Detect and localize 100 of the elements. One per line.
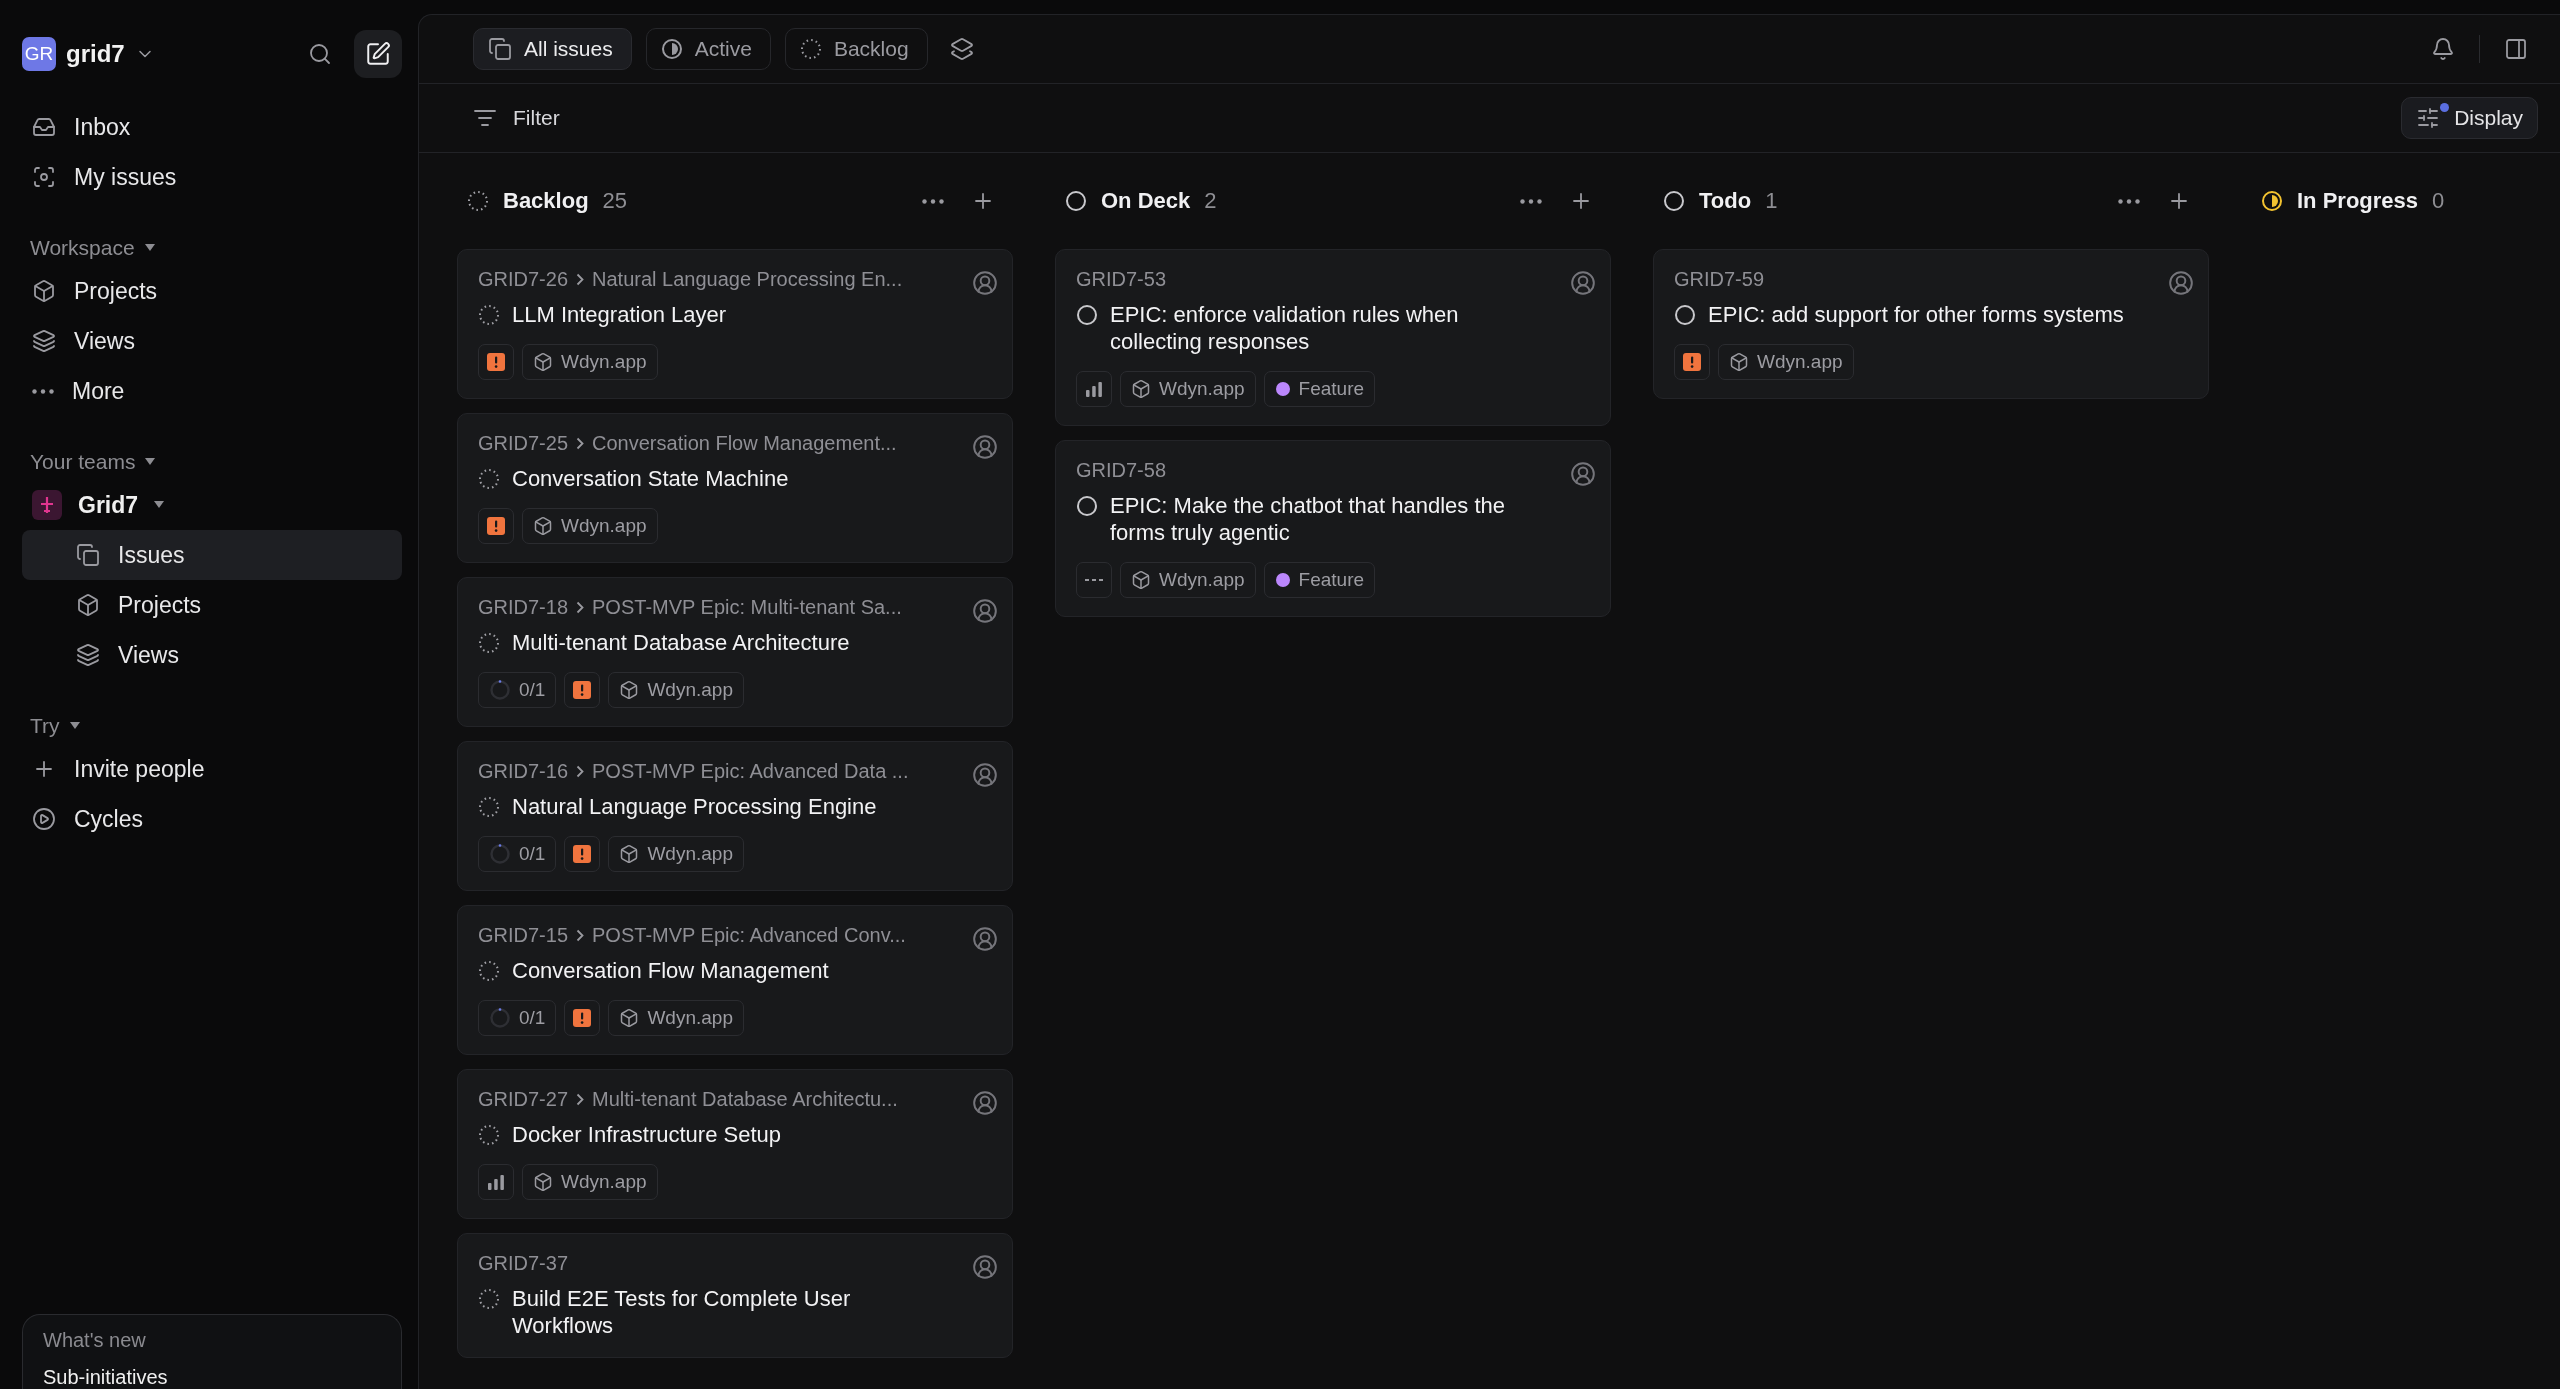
- issue-card[interactable]: GRID7-18 POST-MVP Epic: Multi-tenant Sa... Multi-tenant Database Architecture 0/1 Wdyn.app: [457, 577, 1013, 727]
- parent-issue[interactable]: POST-MVP Epic: Advanced Conv...: [592, 924, 906, 947]
- section-title[interactable]: Workspace: [30, 236, 135, 260]
- cube-icon: [1729, 352, 1749, 372]
- display-button[interactable]: Display: [2401, 97, 2538, 139]
- assignee-icon: [1570, 461, 1596, 487]
- chevron-right-icon: [576, 1093, 585, 1106]
- issue-title: Docker Infrastructure Setup: [512, 1121, 781, 1148]
- issues-icon: [76, 543, 100, 567]
- cube-icon: [1131, 570, 1151, 590]
- sidebar-item[interactable]: Invite people: [22, 744, 402, 794]
- section-title[interactable]: Your teams: [30, 450, 136, 474]
- issue-id: GRID7-16: [478, 760, 569, 783]
- target-icon: [32, 165, 56, 189]
- column-count: 0: [2432, 188, 2445, 214]
- issue-card[interactable]: GRID7-25 Conversation Flow Management... Conversation State Machine Wdyn.app: [457, 413, 1013, 563]
- issue-card[interactable]: GRID7-27 Multi-tenant Database Architectu... Docker Infrastructure Setup Wdyn.app: [457, 1069, 1013, 1219]
- issue-title: Natural Language Processing Engine: [512, 793, 877, 820]
- sub-issues-chip[interactable]: 0/1: [478, 672, 557, 708]
- more-icon: [32, 388, 54, 394]
- column-count: 1: [1765, 188, 1778, 214]
- team-name[interactable]: Grid7: [78, 491, 139, 519]
- issue-card[interactable]: GRID7-59 EPIC: add support for other forms systems Wdyn.app: [1653, 249, 2209, 399]
- project-chip[interactable]: Wdyn.app: [1120, 562, 1256, 598]
- sidebar-item[interactable]: My issues: [22, 152, 402, 202]
- workspace-avatar[interactable]: GR: [22, 37, 56, 71]
- issue-id: GRID7-26: [478, 268, 569, 291]
- project-chip[interactable]: Wdyn.app: [1718, 344, 1854, 380]
- issue-title: Multi-tenant Database Architecture: [512, 629, 850, 656]
- issue-id: GRID7-25: [478, 432, 569, 455]
- cube-icon: [533, 352, 553, 372]
- chevron-right-icon: [576, 273, 585, 286]
- assignee-icon: [2168, 270, 2194, 296]
- issue-title: Build E2E Tests for Complete User Workflows: [512, 1285, 852, 1339]
- issue-card[interactable]: GRID7-15 POST-MVP Epic: Advanced Conv... Conversation Flow Management 0/1 Wdyn.app: [457, 905, 1013, 1055]
- cube-icon: [619, 680, 640, 700]
- column-title: Backlog: [503, 188, 589, 214]
- view-tab[interactable]: Active: [645, 28, 771, 70]
- caret-icon: [144, 244, 155, 252]
- issue-card[interactable]: GRID7-37 Build E2E Tests for Complete User Workflows: [457, 1233, 1013, 1358]
- sidebar-item[interactable]: More: [22, 366, 402, 416]
- priority-chip[interactable]: [478, 508, 514, 544]
- sliders-icon: [2416, 106, 2441, 130]
- whats-new-card[interactable]: What's new Sub-initiatives: [22, 1314, 402, 1389]
- parent-issue[interactable]: Natural Language Processing En...: [592, 268, 903, 291]
- issue-id: GRID7-53: [1076, 268, 1167, 291]
- cube-icon: [619, 844, 640, 864]
- parent-issue[interactable]: Multi-tenant Database Architectu...: [592, 1088, 898, 1111]
- sidebar-item[interactable]: Issues: [22, 530, 402, 580]
- bell-icon: [2431, 37, 2455, 61]
- project-chip[interactable]: Wdyn.app: [608, 1000, 744, 1036]
- caret-icon: [69, 722, 80, 730]
- project-chip[interactable]: Wdyn.app: [1120, 371, 1256, 407]
- issue-card[interactable]: GRID7-53 EPIC: enforce validation rules when collecting responses Wdyn.app Feature: [1055, 249, 1611, 426]
- assignee-icon: [972, 762, 998, 788]
- sidebar-item[interactable]: Cycles: [22, 794, 402, 844]
- project-chip[interactable]: Wdyn.app: [522, 1164, 658, 1200]
- issue-title: LLM Integration Layer: [512, 301, 727, 328]
- assignee-icon: [972, 434, 998, 460]
- column-count: 2: [1204, 188, 1217, 214]
- project-chip[interactable]: Wdyn.app: [608, 672, 744, 708]
- more-icon: [2118, 198, 2140, 204]
- priority-chip[interactable]: [564, 836, 601, 872]
- parent-issue[interactable]: POST-MVP Epic: Multi-tenant Sa...: [592, 596, 902, 619]
- view-tab[interactable]: All issues: [473, 28, 632, 70]
- issue-card[interactable]: GRID7-16 POST-MVP Epic: Advanced Data ... Natural Language Processing Engine 0/1 Wdyn.app: [457, 741, 1013, 891]
- workspace-name[interactable]: grid7: [66, 40, 125, 68]
- progress-ring-icon: [489, 843, 511, 865]
- priority-chip[interactable]: [564, 1000, 601, 1036]
- section-title[interactable]: Try: [30, 714, 60, 738]
- whats-new-heading: What's new: [43, 1329, 147, 1352]
- parent-issue[interactable]: POST-MVP Epic: Advanced Data ...: [592, 760, 909, 783]
- issue-card[interactable]: GRID7-58 EPIC: Make the chatbot that handles the forms truly agentic Wdyn.app Feature: [1055, 440, 1611, 617]
- issue-title: Conversation State Machine: [512, 465, 789, 492]
- sidebar-item[interactable]: Views: [22, 316, 402, 366]
- sidebar-item[interactable]: Inbox: [22, 102, 402, 152]
- priority-chip[interactable]: [478, 344, 514, 380]
- sidebar-item[interactable]: Projects: [22, 266, 402, 316]
- view-tab[interactable]: Backlog: [784, 28, 928, 70]
- new-issue-button[interactable]: [354, 30, 402, 78]
- label-chip[interactable]: Feature: [1263, 371, 1376, 407]
- issue-card[interactable]: GRID7-26 Natural Language Processing En... LLM Integration Layer Wdyn.app: [457, 249, 1013, 399]
- sidebar-item[interactable]: Views: [22, 630, 402, 680]
- priority-chip[interactable]: [1076, 371, 1112, 407]
- sub-issues-chip[interactable]: 0/1: [478, 1000, 557, 1036]
- project-chip[interactable]: Wdyn.app: [522, 508, 658, 544]
- filter-button[interactable]: Filter: [473, 106, 560, 130]
- column-count: 25: [602, 188, 628, 214]
- project-chip[interactable]: Wdyn.app: [608, 836, 744, 872]
- sidebar-item[interactable]: Projects: [22, 580, 402, 630]
- priority-chip[interactable]: [1674, 344, 1710, 380]
- priority-chip[interactable]: [564, 672, 601, 708]
- priority-chip[interactable]: [478, 1164, 514, 1200]
- parent-issue[interactable]: Conversation Flow Management...: [592, 432, 897, 455]
- sub-issues-chip[interactable]: 0/1: [478, 836, 557, 872]
- column-title: On Deck: [1101, 188, 1191, 214]
- project-chip[interactable]: Wdyn.app: [522, 344, 658, 380]
- label-chip[interactable]: Feature: [1263, 562, 1376, 598]
- cube-icon: [619, 1008, 640, 1028]
- team-icon: [32, 490, 62, 520]
